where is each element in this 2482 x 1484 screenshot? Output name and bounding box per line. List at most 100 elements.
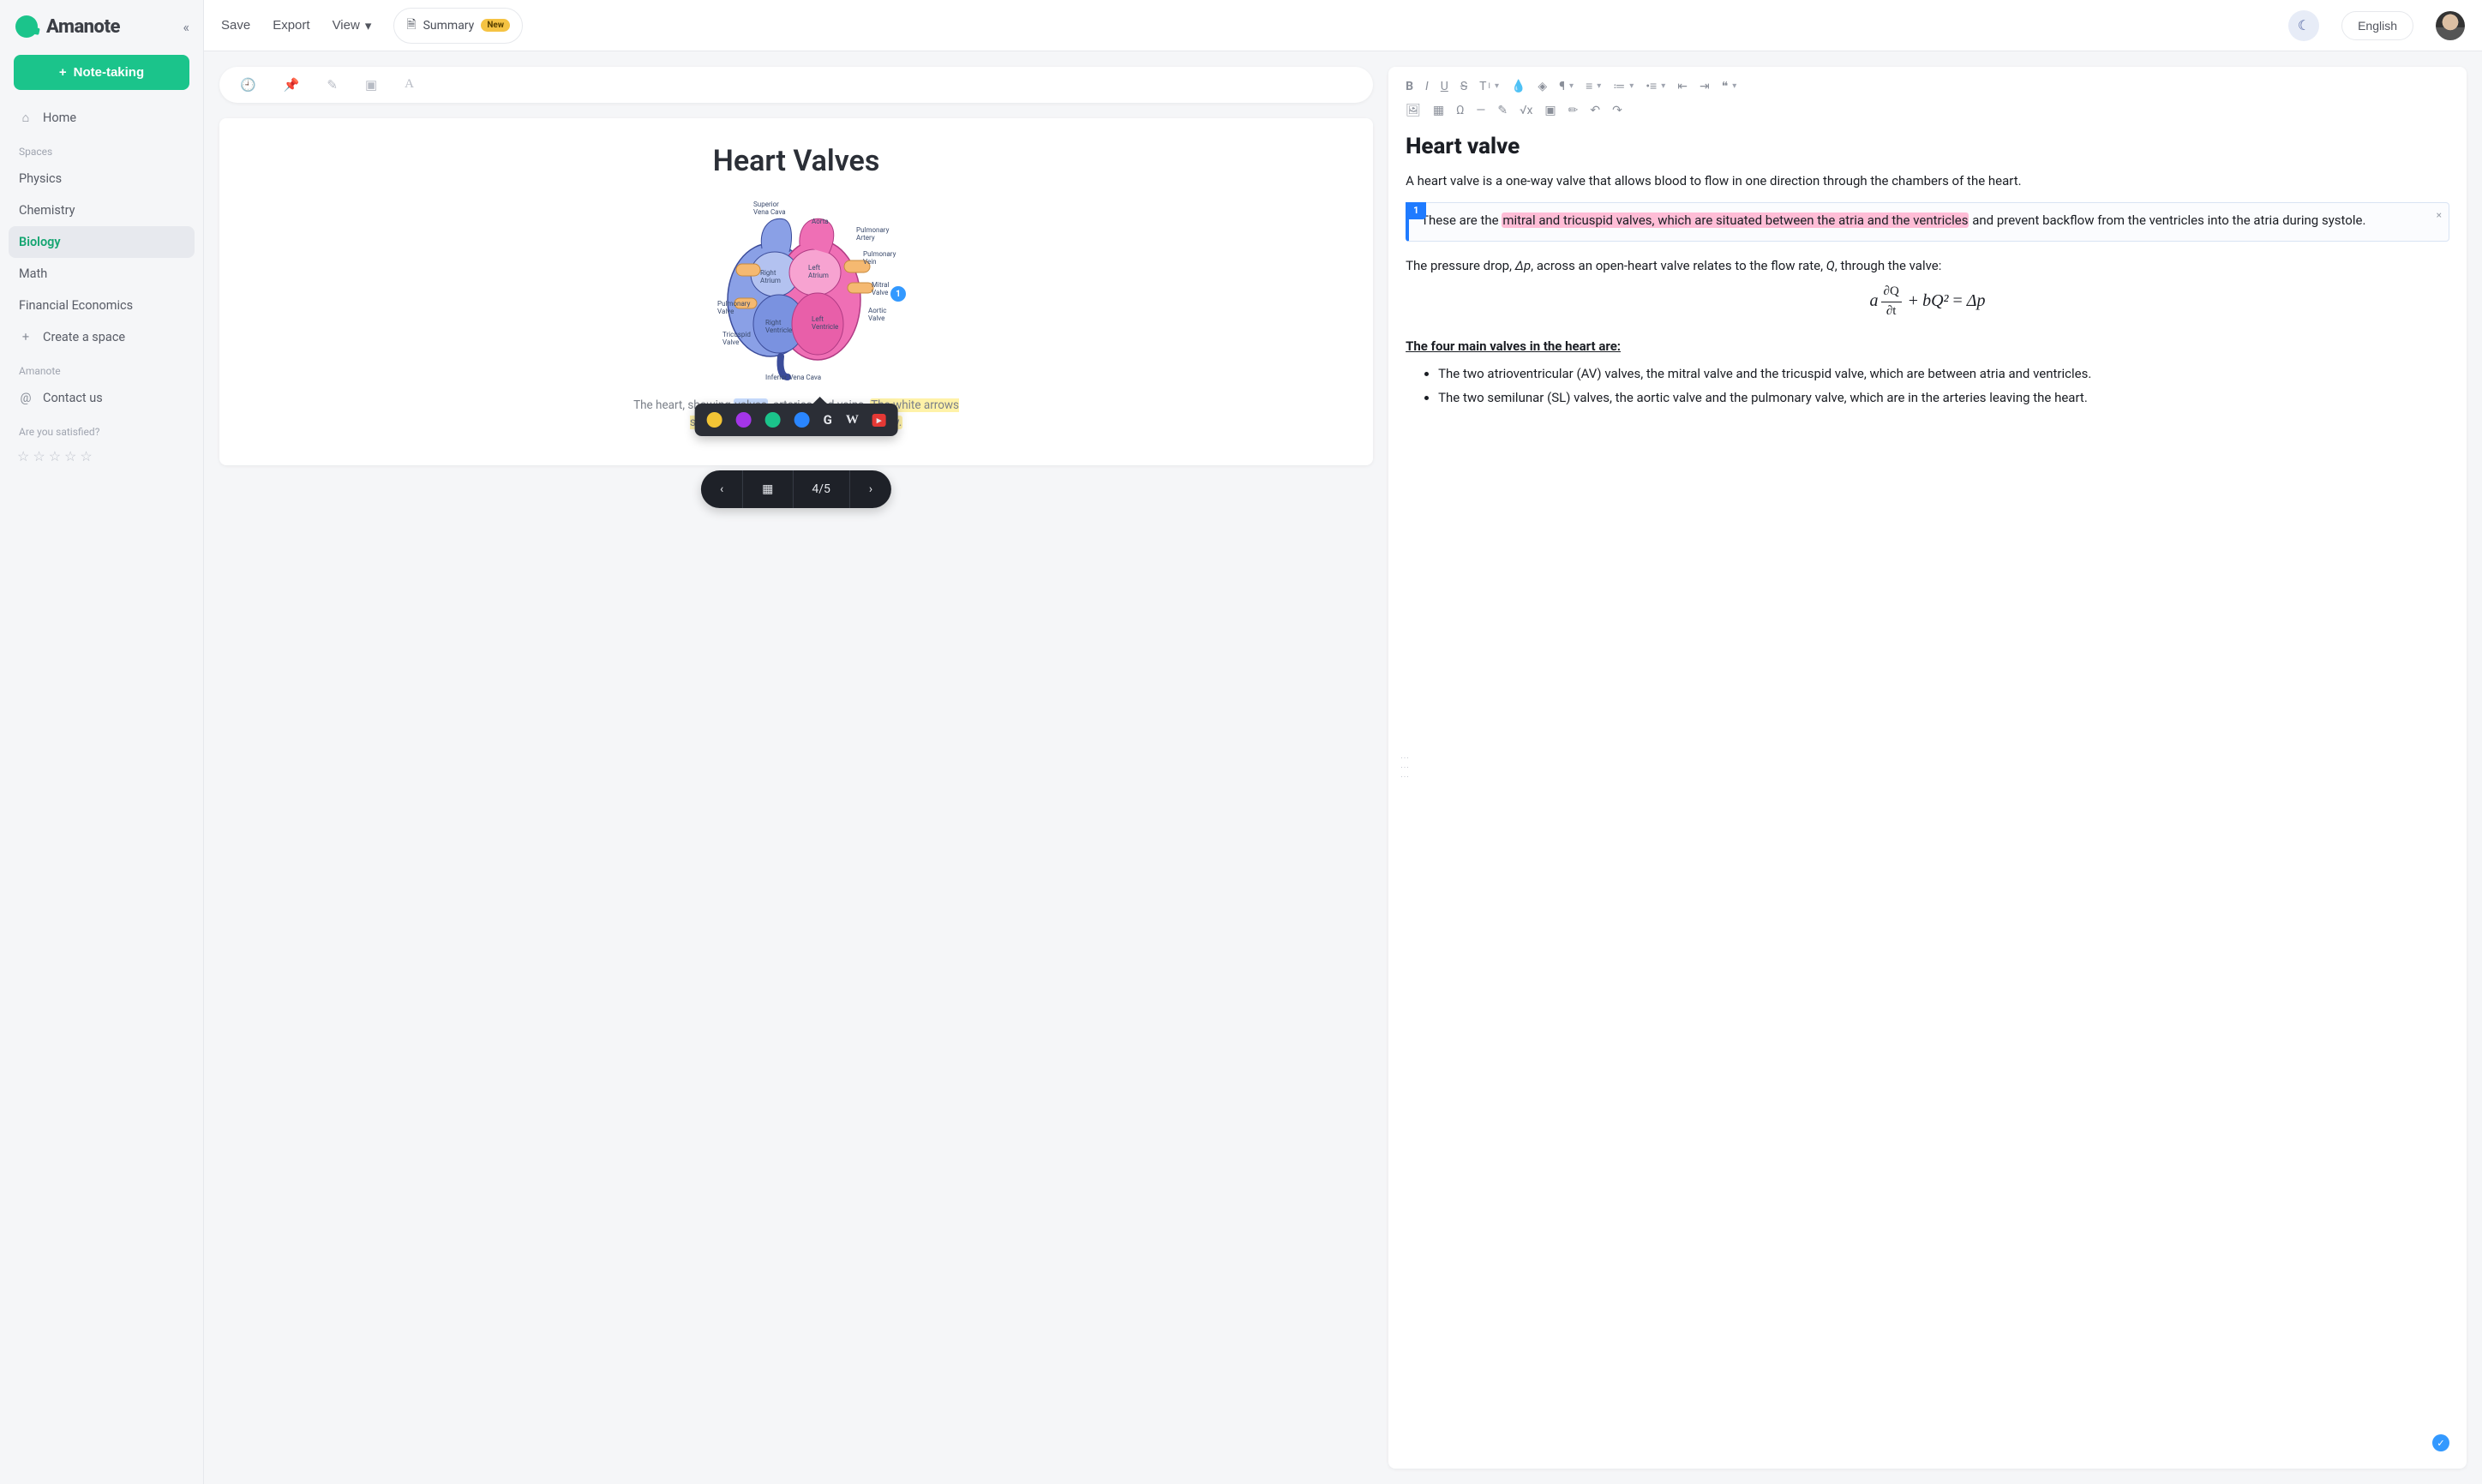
pager-next[interactable]: › xyxy=(850,470,891,508)
note-pin[interactable]: 1 xyxy=(890,286,906,302)
unordered-list-dropdown[interactable]: •≡ xyxy=(1646,79,1665,93)
table-icon[interactable]: ▦ xyxy=(1433,104,1444,117)
valve-list: The two atrioventricular (AV) valves, th… xyxy=(1406,365,2449,408)
label-lv: Left Ventricle xyxy=(812,315,838,331)
language-button[interactable]: English xyxy=(2341,11,2413,40)
label-ivc: Inferior Vena Cava xyxy=(765,374,821,381)
label-ra: Right Atrium xyxy=(760,269,781,284)
summary-label: Summary xyxy=(423,19,475,33)
bold-icon[interactable]: B xyxy=(1406,79,1413,93)
pager-prev[interactable]: ‹ xyxy=(701,470,743,508)
quote-dropdown[interactable]: ❝ xyxy=(1722,79,1737,93)
pencil-icon[interactable]: ✎ xyxy=(327,77,338,93)
label-pa: Pulmonary Artery xyxy=(856,226,889,242)
avatar[interactable] xyxy=(2436,11,2465,40)
text-style-icon[interactable]: A xyxy=(405,77,414,93)
space-label: Biology xyxy=(19,235,61,249)
label-rv: Right Ventricle xyxy=(765,319,792,334)
label-aorta: Aorta xyxy=(812,218,829,225)
hr-icon[interactable]: — xyxy=(1476,104,1485,117)
redo-icon[interactable]: ↷ xyxy=(1612,104,1622,117)
italic-icon[interactable]: I xyxy=(1425,79,1429,93)
close-icon[interactable]: × xyxy=(2437,208,2442,223)
brand-row: Amanote « xyxy=(9,10,195,51)
plus-icon: + xyxy=(19,330,33,344)
outdent-icon[interactable]: ⇤ xyxy=(1677,79,1688,93)
doc-toolbar: 🕘 📌 ✎ ▣ A xyxy=(219,67,1373,103)
font-size-dropdown[interactable]: TI xyxy=(1479,79,1499,93)
color-blue[interactable] xyxy=(794,412,810,428)
split-handle[interactable]: ⋮⋮⋮ xyxy=(1400,754,1409,782)
sidebar-item-home[interactable]: ⌂ Home xyxy=(9,102,195,134)
label-pv: Pulmonary Vein xyxy=(863,250,896,266)
chevron-down-icon: ▾ xyxy=(365,18,372,33)
undo-icon[interactable]: ↶ xyxy=(1590,104,1600,117)
fill-color-icon[interactable]: 💧 xyxy=(1511,79,1526,93)
note-highlight: mitral and tricuspid valves, which are s… xyxy=(1502,212,1969,228)
file-icon: 🗎 xyxy=(406,15,416,36)
pressure-text: The pressure drop, Δp, across an open-he… xyxy=(1406,257,2449,276)
formula-icon[interactable]: √x xyxy=(1520,104,1532,117)
status-check-icon[interactable]: ✓ xyxy=(2432,1434,2449,1451)
editor-body[interactable]: Heart valve A heart valve is a one-way v… xyxy=(1406,128,2449,415)
star-icon[interactable]: ☆ xyxy=(17,448,29,464)
label-tv: Tricuspid Valve xyxy=(722,331,751,346)
brand-logo xyxy=(15,15,38,38)
youtube-icon[interactable]: ▸ xyxy=(872,414,886,427)
home-label: Home xyxy=(43,111,76,125)
draw-icon[interactable]: ✏ xyxy=(1568,104,1579,117)
highlighter-icon[interactable]: ✎ xyxy=(1497,104,1508,117)
color-purple[interactable] xyxy=(736,412,752,428)
collapse-sidebar-icon[interactable]: « xyxy=(183,19,189,35)
heart-diagram: Superior Vena Cava Aorta Pulmonary Arter… xyxy=(676,197,916,386)
google-icon[interactable]: G xyxy=(824,412,832,428)
view-dropdown[interactable]: View ▾ xyxy=(333,18,372,33)
editor-toolbar-2: 🖼 ▦ Ω — ✎ √x ▣ ✏ ↶ ↷ xyxy=(1406,104,2449,128)
align-dropdown[interactable]: ≡ xyxy=(1586,79,1601,93)
pin-icon[interactable]: 📌 xyxy=(284,77,300,93)
clock-icon[interactable]: 🕘 xyxy=(240,77,256,93)
pager-grid[interactable]: ▦ xyxy=(743,470,793,508)
wikipedia-icon[interactable]: W xyxy=(846,413,859,428)
export-button[interactable]: Export xyxy=(273,18,309,33)
star-icon[interactable]: ☆ xyxy=(49,448,61,464)
summary-button[interactable]: 🗎 Summary New xyxy=(393,8,523,44)
create-space-button[interactable]: + Create a space xyxy=(9,321,195,353)
sidebar: Amanote « + Note-taking ⌂ Home Spaces Ph… xyxy=(0,0,204,1484)
sidebar-item-contact-us[interactable]: @ Contact us xyxy=(9,382,195,414)
note-text: These are the xyxy=(1421,212,1502,228)
code-block-icon[interactable]: ▣ xyxy=(1544,104,1556,117)
topbar: Save Export View ▾ 🗎 Summary New ☾ Engli… xyxy=(204,0,2482,51)
sidebar-item-financial-economics[interactable]: Financial Economics xyxy=(9,290,195,321)
sidebar-item-math[interactable]: Math xyxy=(9,258,195,290)
underline-icon[interactable]: U xyxy=(1441,79,1448,93)
omega-icon[interactable]: Ω xyxy=(1456,104,1464,117)
label-mv: Mitral Valve xyxy=(872,281,889,296)
paragraph-dropdown[interactable]: ¶ xyxy=(1559,79,1574,93)
sidebar-item-biology[interactable]: Biology xyxy=(9,226,195,258)
note-taking-button[interactable]: + Note-taking xyxy=(14,55,189,90)
note-block: 1 × These are the mitral and tricuspid v… xyxy=(1406,202,2449,242)
indent-icon[interactable]: ⇥ xyxy=(1700,79,1710,93)
at-icon: @ xyxy=(19,391,33,405)
space-label: Financial Economics xyxy=(19,298,133,313)
pager-current: 4 xyxy=(812,482,818,496)
image-icon[interactable]: 🖼 xyxy=(1406,104,1421,117)
label-av: Aortic Valve xyxy=(868,307,886,322)
star-icon[interactable]: ☆ xyxy=(64,448,76,464)
brand-name: Amanote xyxy=(46,16,120,38)
dark-mode-toggle[interactable]: ☾ xyxy=(2288,10,2319,41)
color-yellow[interactable] xyxy=(707,412,722,428)
star-icon[interactable]: ☆ xyxy=(80,448,92,464)
sidebar-item-chemistry[interactable]: Chemistry xyxy=(9,194,195,226)
strikethrough-icon[interactable]: S xyxy=(1460,79,1467,93)
save-button[interactable]: Save xyxy=(221,18,250,33)
color-green[interactable] xyxy=(765,412,781,428)
editor-title: Heart valve xyxy=(1406,131,2449,164)
sticky-note-icon[interactable]: ▣ xyxy=(365,77,377,93)
clear-format-icon[interactable]: ◈ xyxy=(1538,79,1547,93)
list-item: The two atrioventricular (AV) valves, th… xyxy=(1438,365,2449,384)
ordered-list-dropdown[interactable]: ≔ xyxy=(1613,79,1634,93)
star-icon[interactable]: ☆ xyxy=(33,448,45,464)
sidebar-item-physics[interactable]: Physics xyxy=(9,163,195,194)
